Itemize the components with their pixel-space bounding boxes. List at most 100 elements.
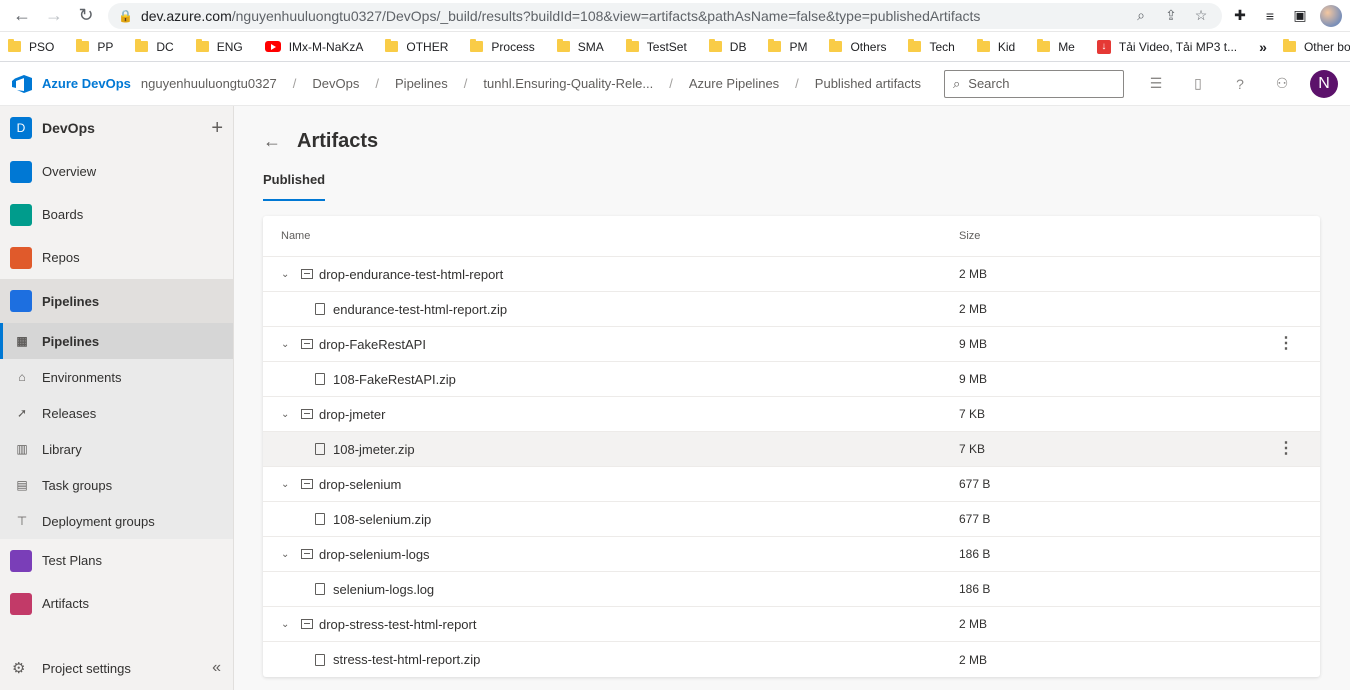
- artifact-name[interactable]: stress-test-html-report.zip: [333, 652, 480, 667]
- tab-bar: Published: [263, 172, 1320, 202]
- project-name[interactable]: DevOps: [42, 120, 211, 136]
- sidebar-subitem-deployment-groups[interactable]: ⊤ Deployment groups: [0, 503, 233, 539]
- sidebar-item-overview[interactable]: Overview: [0, 150, 233, 193]
- sidebar-subitem-task-groups[interactable]: ▤ Task groups: [0, 467, 233, 503]
- marketplace-icon[interactable]: ▯: [1188, 75, 1208, 92]
- sidebar-item-boards[interactable]: Boards: [0, 193, 233, 236]
- artifact-name[interactable]: drop-stress-test-html-report: [319, 617, 476, 632]
- ado-logo[interactable]: Azure DevOps: [12, 74, 131, 93]
- artifact-name[interactable]: selenium-logs.log: [333, 582, 434, 597]
- back-arrow-icon[interactable]: ←: [263, 131, 281, 152]
- chevron-down-icon[interactable]: ⌄: [281, 479, 295, 490]
- user-settings-icon[interactable]: ⚇: [1272, 75, 1292, 92]
- artifact-file-row[interactable]: 108-jmeter.zip 7 KB ⋮: [263, 432, 1320, 467]
- bookmark-item[interactable]: PP: [76, 39, 113, 54]
- artifact-name[interactable]: drop-selenium-logs: [319, 547, 430, 562]
- chevron-down-icon[interactable]: ⌄: [281, 409, 295, 420]
- bookmark-item[interactable]: TestSet: [625, 39, 687, 54]
- project-settings[interactable]: ⚙ Project settings «: [0, 646, 233, 690]
- tab-published[interactable]: Published: [263, 172, 326, 201]
- more-options-icon[interactable]: ⋮: [1278, 441, 1294, 457]
- bookmark-item[interactable]: Process: [470, 39, 535, 54]
- breadcrumb-item[interactable]: nguyenhuuluongtu0327: [141, 76, 277, 91]
- artifact-folder-row[interactable]: ⌄ drop-selenium 677 B: [263, 467, 1320, 502]
- sidebar-item-pipelines[interactable]: Pipelines: [0, 279, 233, 323]
- add-icon[interactable]: +: [211, 117, 223, 140]
- artifact-folder-row[interactable]: ⌄ drop-stress-test-html-report 2 MB: [263, 607, 1320, 642]
- bookmark-item[interactable]: PM: [768, 39, 807, 54]
- extensions-icon[interactable]: ✚: [1228, 4, 1252, 28]
- bookmark-item[interactable]: ENG: [195, 39, 243, 54]
- artifact-file-row[interactable]: selenium-logs.log 186 B: [263, 572, 1320, 607]
- artifact-file-row[interactable]: 108-selenium.zip 677 B: [263, 502, 1320, 537]
- bookmark-item[interactable]: DC: [135, 39, 174, 54]
- more-options-icon[interactable]: ⋮: [1278, 336, 1294, 352]
- sidebar-item-repos[interactable]: Repos: [0, 236, 233, 279]
- zoom-icon[interactable]: ⌕: [1130, 7, 1152, 24]
- breadcrumb-item[interactable]: Published artifacts: [815, 76, 921, 91]
- breadcrumb-item[interactable]: tunhl.Ensuring-Quality-Rele...: [483, 76, 653, 91]
- sidebar-item-label: Pipelines: [42, 293, 100, 309]
- table-header: Name Size: [263, 216, 1320, 257]
- sidebar-subitem-environments[interactable]: ⌂ Environments: [0, 359, 233, 395]
- bookmarks-more-icon[interactable]: »: [1259, 39, 1267, 55]
- share-icon[interactable]: ⇪: [1160, 7, 1182, 24]
- reload-icon[interactable]: ↻: [72, 2, 100, 30]
- bookmark-item[interactable]: Tech: [908, 39, 955, 54]
- sidebar-item-artifacts[interactable]: Artifacts: [0, 582, 233, 625]
- bookmark-item[interactable]: DB: [708, 39, 746, 54]
- star-icon[interactable]: ☆: [1190, 7, 1212, 24]
- brand-name[interactable]: Azure DevOps: [42, 76, 131, 91]
- artifact-name[interactable]: endurance-test-html-report.zip: [333, 302, 507, 317]
- user-avatar[interactable]: N: [1310, 69, 1338, 98]
- artifact-name[interactable]: drop-jmeter: [319, 407, 385, 422]
- artifact-name[interactable]: 108-FakeRestAPI.zip: [333, 372, 456, 387]
- help-icon[interactable]: ?: [1230, 76, 1250, 92]
- artifact-name[interactable]: drop-endurance-test-html-report: [319, 267, 503, 282]
- bookmark-item[interactable]: SMA: [556, 39, 604, 54]
- url-host: dev.azure.com: [140, 7, 232, 24]
- artifact-name[interactable]: drop-FakeRestAPI: [319, 337, 426, 352]
- chevron-down-icon[interactable]: ⌄: [281, 269, 295, 280]
- bookmark-item[interactable]: IMx-M-NaKzA: [264, 40, 363, 54]
- artifact-name[interactable]: 108-selenium.zip: [333, 512, 431, 527]
- artifact-name[interactable]: drop-selenium: [319, 477, 401, 492]
- sidebar-subitem-library[interactable]: ▥ Library: [0, 431, 233, 467]
- artifact-folder-row[interactable]: ⌄ drop-selenium-logs 186 B: [263, 537, 1320, 572]
- bookmark-item[interactable]: PSO: [8, 39, 54, 54]
- sidebar-subitem-pipelines[interactable]: ▦ Pipelines: [0, 323, 233, 359]
- browser-profile-avatar[interactable]: [1320, 4, 1342, 27]
- breadcrumb-item[interactable]: Azure Pipelines: [689, 76, 779, 91]
- artifact-file-row[interactable]: endurance-test-html-report.zip 2 MB: [263, 292, 1320, 327]
- bookmark-item[interactable]: ↓ Tải Video, Tải MP3 t...: [1096, 39, 1237, 54]
- chevron-down-icon[interactable]: ⌄: [281, 619, 295, 630]
- artifact-folder-row[interactable]: ⌄ drop-jmeter 7 KB: [263, 397, 1320, 432]
- collapse-icon[interactable]: «: [212, 659, 221, 677]
- address-bar[interactable]: 🔒 dev.azure.com/nguyenhuuluongtu0327/Dev…: [108, 2, 1222, 29]
- artifact-folder-row[interactable]: ⌄ drop-FakeRestAPI 9 MB ⋮: [263, 327, 1320, 362]
- file-icon: [315, 513, 325, 525]
- search-input[interactable]: ⌕ Search: [944, 69, 1124, 98]
- bookmark-item[interactable]: Others: [829, 39, 886, 54]
- sidebar-subitem-releases[interactable]: ➚ Releases: [0, 395, 233, 431]
- media-icon[interactable]: ≡: [1258, 4, 1282, 28]
- back-icon[interactable]: ←: [8, 2, 36, 30]
- artifact-folder-row[interactable]: ⌄ drop-endurance-test-html-report 2 MB: [263, 257, 1320, 292]
- list-icon[interactable]: ☰: [1146, 75, 1166, 92]
- url-text[interactable]: dev.azure.com/nguyenhuuluongtu0327/DevOp…: [141, 8, 1122, 24]
- bookmark-item[interactable]: OTHER: [385, 39, 448, 54]
- artifact-file-row[interactable]: stress-test-html-report.zip 2 MB: [263, 642, 1320, 677]
- bookmark-item[interactable]: Kid: [976, 39, 1015, 54]
- artifact-name[interactable]: 108-jmeter.zip: [333, 442, 415, 457]
- breadcrumb-item[interactable]: DevOps: [312, 76, 359, 91]
- forward-icon[interactable]: →: [40, 2, 68, 30]
- chevron-down-icon[interactable]: ⌄: [281, 339, 295, 350]
- artifact-file-row[interactable]: 108-FakeRestAPI.zip 9 MB: [263, 362, 1320, 397]
- sidepanel-icon[interactable]: ▣: [1288, 4, 1312, 28]
- sidebar-item-test-plans[interactable]: Test Plans: [0, 539, 233, 582]
- other-bookmarks[interactable]: Other bookmarks: [1282, 39, 1350, 54]
- breadcrumb-item[interactable]: Pipelines: [395, 76, 448, 91]
- chevron-down-icon[interactable]: ⌄: [281, 549, 295, 560]
- bookmark-item[interactable]: Me: [1037, 39, 1075, 54]
- project-header[interactable]: D DevOps +: [0, 106, 233, 150]
